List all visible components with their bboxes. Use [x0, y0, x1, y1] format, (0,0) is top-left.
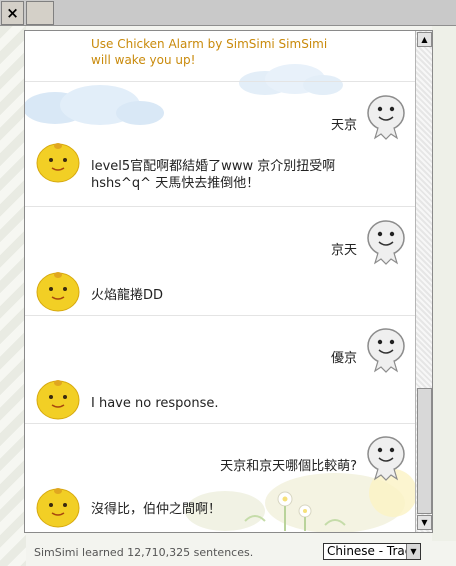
yellow-chick-avatar-icon: [36, 143, 80, 183]
message-separator: [25, 206, 415, 207]
user-message: 天京: [330, 118, 357, 133]
bot-message: level5官配啊都結婚了www 京介別扭受啊hshs^q^ 天馬快去推倒他！: [91, 159, 336, 191]
bot-message: I have no response.: [91, 396, 219, 411]
scroll-up-button[interactable]: ▲: [417, 32, 432, 47]
language-select[interactable]: Chinese - Traditional ▼: [323, 543, 421, 560]
chat-window: Use Chicken Alarm by SimSimi SimSimi wil…: [24, 30, 433, 533]
cloud-decoration: [25, 85, 164, 125]
yellow-chick-avatar-icon: [36, 380, 80, 420]
tab-button[interactable]: [26, 1, 54, 25]
user-message: 優京: [330, 351, 357, 366]
right-decoration: [432, 26, 456, 541]
scroll-down-button[interactable]: ▼: [417, 515, 432, 530]
browser-tab-bar: ×: [0, 0, 456, 26]
message-separator: [25, 81, 415, 82]
sentences-learned-text: SimSimi learned 12,710,325 sentences.: [34, 546, 254, 559]
bot-message: 火焰龍捲DD: [91, 288, 164, 303]
simsimi-grey-avatar-icon: [367, 436, 405, 481]
scroll-thumb[interactable]: [417, 388, 432, 514]
yellow-chick-avatar-icon: [36, 488, 80, 528]
user-message: 京天: [330, 243, 357, 258]
message-separator: [25, 315, 415, 316]
yellow-chick-avatar-icon: [36, 272, 80, 312]
message-list: Use Chicken Alarm by SimSimi SimSimi wil…: [25, 31, 415, 532]
language-select-value: Chinese - Traditional: [327, 544, 407, 558]
alarm-line-1: Use Chicken Alarm by SimSimi SimSimi: [91, 37, 328, 51]
alarm-line-2: will wake you up!: [91, 53, 196, 67]
vertical-scrollbar[interactable]: ▲ ▼: [415, 31, 432, 532]
user-message: 天京和京天哪個比較萌?: [220, 459, 357, 474]
message-separator: [25, 423, 415, 424]
close-tab-button[interactable]: ×: [1, 1, 24, 25]
chicken-alarm-ad[interactable]: Use Chicken Alarm by SimSimi SimSimi wil…: [91, 36, 391, 68]
left-decoration: [0, 26, 26, 566]
simsimi-grey-avatar-icon: [367, 220, 405, 265]
bot-message: 沒得比，伯仲之間啊！: [91, 502, 222, 517]
simsimi-grey-avatar-icon: [367, 328, 405, 373]
simsimi-grey-avatar-icon: [367, 95, 405, 140]
chevron-down-icon[interactable]: ▼: [406, 544, 420, 559]
